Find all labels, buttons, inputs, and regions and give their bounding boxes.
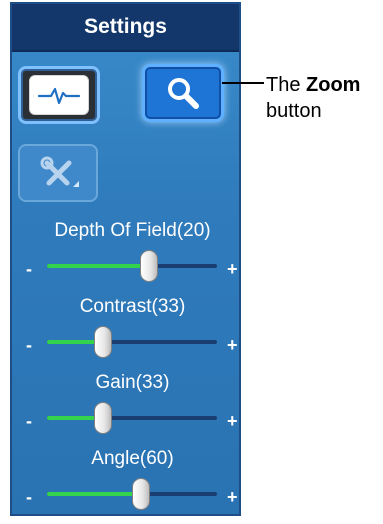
slider-label-gain: Gain(33) [95,372,170,393]
wrench-screwdriver-icon [40,156,79,187]
waveform-icon [37,87,81,105]
slider-depth-of-field: Depth Of Field(20) - + [22,220,243,296]
zoom-button[interactable] [142,64,224,122]
slider-gain: Gain(33) - + [22,372,243,448]
slider-thumb-angle[interactable] [132,478,150,510]
slider-label-angle: Angle(60) [91,448,174,469]
signal-button-face [29,75,89,115]
callout-suffix: button [266,100,322,122]
callout-line [222,82,264,84]
slider-track-contrast[interactable] [47,326,217,358]
slider-plus-contrast[interactable]: + [227,335,238,356]
slider-thumb-contrast[interactable] [94,326,112,358]
slider-thumb-depth-of-field[interactable] [140,250,158,282]
callout-text: The Zoom button [266,72,383,124]
slider-fill-depth-of-field [47,264,149,268]
callout-prefix: The [266,74,307,96]
slider-contrast: Contrast(33) - + [22,296,243,372]
slider-minus-gain[interactable]: - [26,411,32,432]
slider-plus-depth-of-field[interactable]: + [227,259,238,280]
signal-mode-button[interactable] [18,66,100,124]
slider-minus-depth-of-field[interactable]: - [26,259,32,280]
slider-track-depth-of-field[interactable] [47,250,217,282]
slider-plus-angle[interactable]: + [227,487,238,508]
slider-minus-angle[interactable]: - [26,487,32,508]
slider-angle: Angle(60) - + [22,448,243,524]
panel-title: Settings [84,15,167,38]
panel-header: Settings [12,4,239,52]
slider-thumb-gain[interactable] [94,402,112,434]
magnifier-icon [168,78,199,109]
slider-track-angle[interactable] [47,478,217,510]
settings-panel: Settings Depth Of Field(20) - + Contrast… [10,2,241,516]
slider-track-gain[interactable] [47,402,217,434]
slider-label-contrast: Contrast(33) [79,296,186,317]
slider-label-depth-of-field: Depth Of Field(20) [54,220,211,241]
slider-plus-gain[interactable]: + [227,411,238,432]
slider-minus-contrast[interactable]: - [26,335,32,356]
slider-fill-angle [47,492,141,496]
tools-button[interactable] [18,144,98,202]
callout-bold: Zoom [306,74,361,96]
